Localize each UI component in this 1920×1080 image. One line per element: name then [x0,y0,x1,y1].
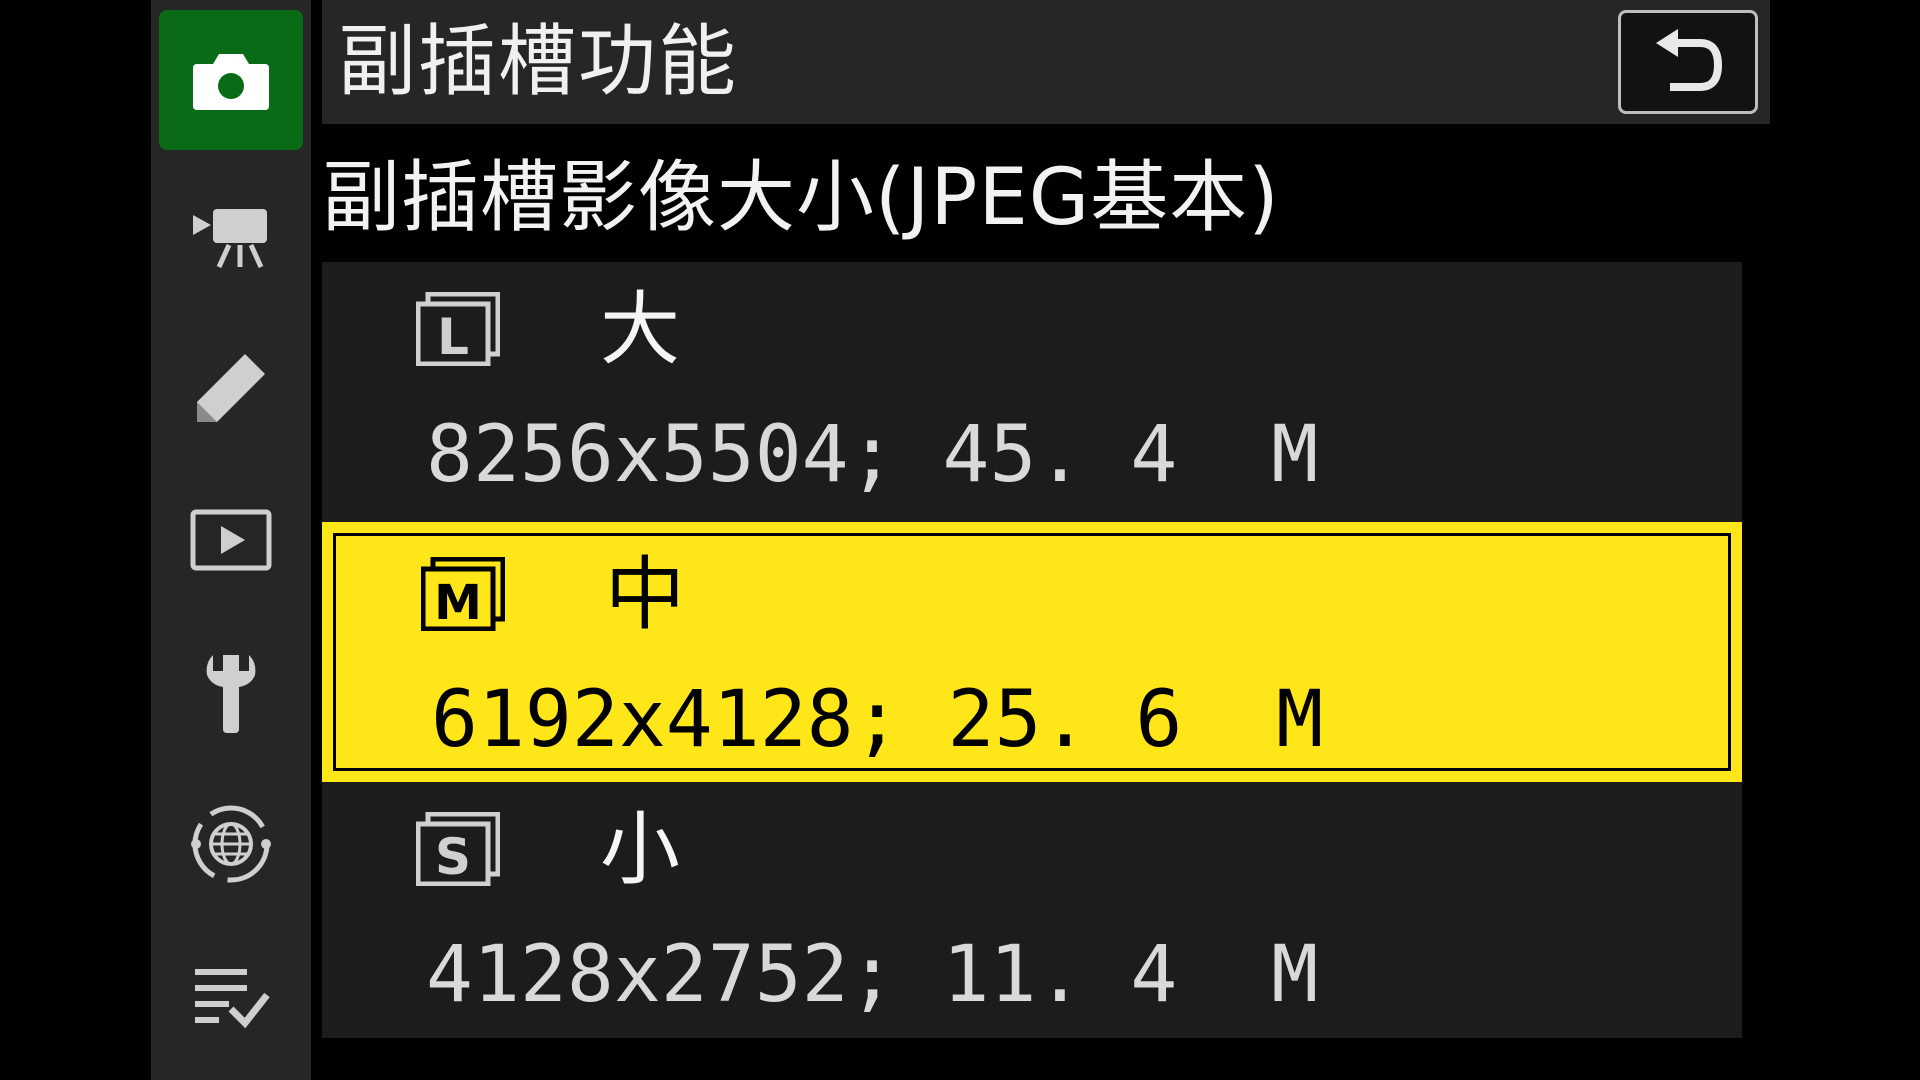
option-resolution: 6192x4128; 25. 6 M [431,675,1324,765]
my-menu-icon [195,969,270,1029]
playback-icon [190,509,272,571]
option-medium[interactable]: M 中 6192x4128; 25. 6 M [322,522,1742,782]
size-small-icon: S [416,812,500,886]
sidebar-item-network[interactable] [159,774,303,914]
sidebar-item-movie[interactable] [159,166,303,306]
pencil-icon [197,354,265,422]
option-large[interactable]: L 大 8256x5504; 45. 4 M [322,262,1742,522]
back-button[interactable] [1618,10,1758,114]
option-label: 中 [605,548,685,641]
sidebar-item-playback[interactable] [159,470,303,610]
option-resolution: 8256x5504; 45. 4 M [426,410,1319,500]
page-title: 副插槽功能 [338,17,739,107]
return-arrow-icon [1656,29,1723,91]
camera-icon [193,54,269,110]
sidebar-item-photo-shooting[interactable] [159,10,303,150]
size-large-icon: L [416,292,500,366]
svg-text:S: S [435,828,471,886]
svg-text:M: M [434,575,482,631]
movie-camera-icon [193,209,267,269]
size-medium-icon: M [421,557,505,631]
submenu-title: 副插槽影像大小(JPEG基本) [322,153,1280,243]
image-size-list: L 大 8256x5504; 45. 4 M M 中 6192x4128; 25… [322,262,1742,1038]
option-resolution: 4128x2752; 11. 4 M [426,930,1319,1020]
option-label: 小 [600,803,680,896]
wrench-icon [206,655,256,733]
sidebar-item-setup[interactable] [159,622,303,762]
option-small[interactable]: S 小 4128x2752; 11. 4 M [322,782,1742,1042]
sidebar-item-my-menu[interactable] [159,926,303,1066]
sidebar [151,0,311,1080]
option-label: 大 [600,283,680,376]
menu-header: 副插槽功能 [322,0,1770,124]
svg-text:L: L [437,308,469,366]
sidebar-item-custom-settings[interactable] [159,318,303,458]
network-globe-icon [191,805,271,883]
